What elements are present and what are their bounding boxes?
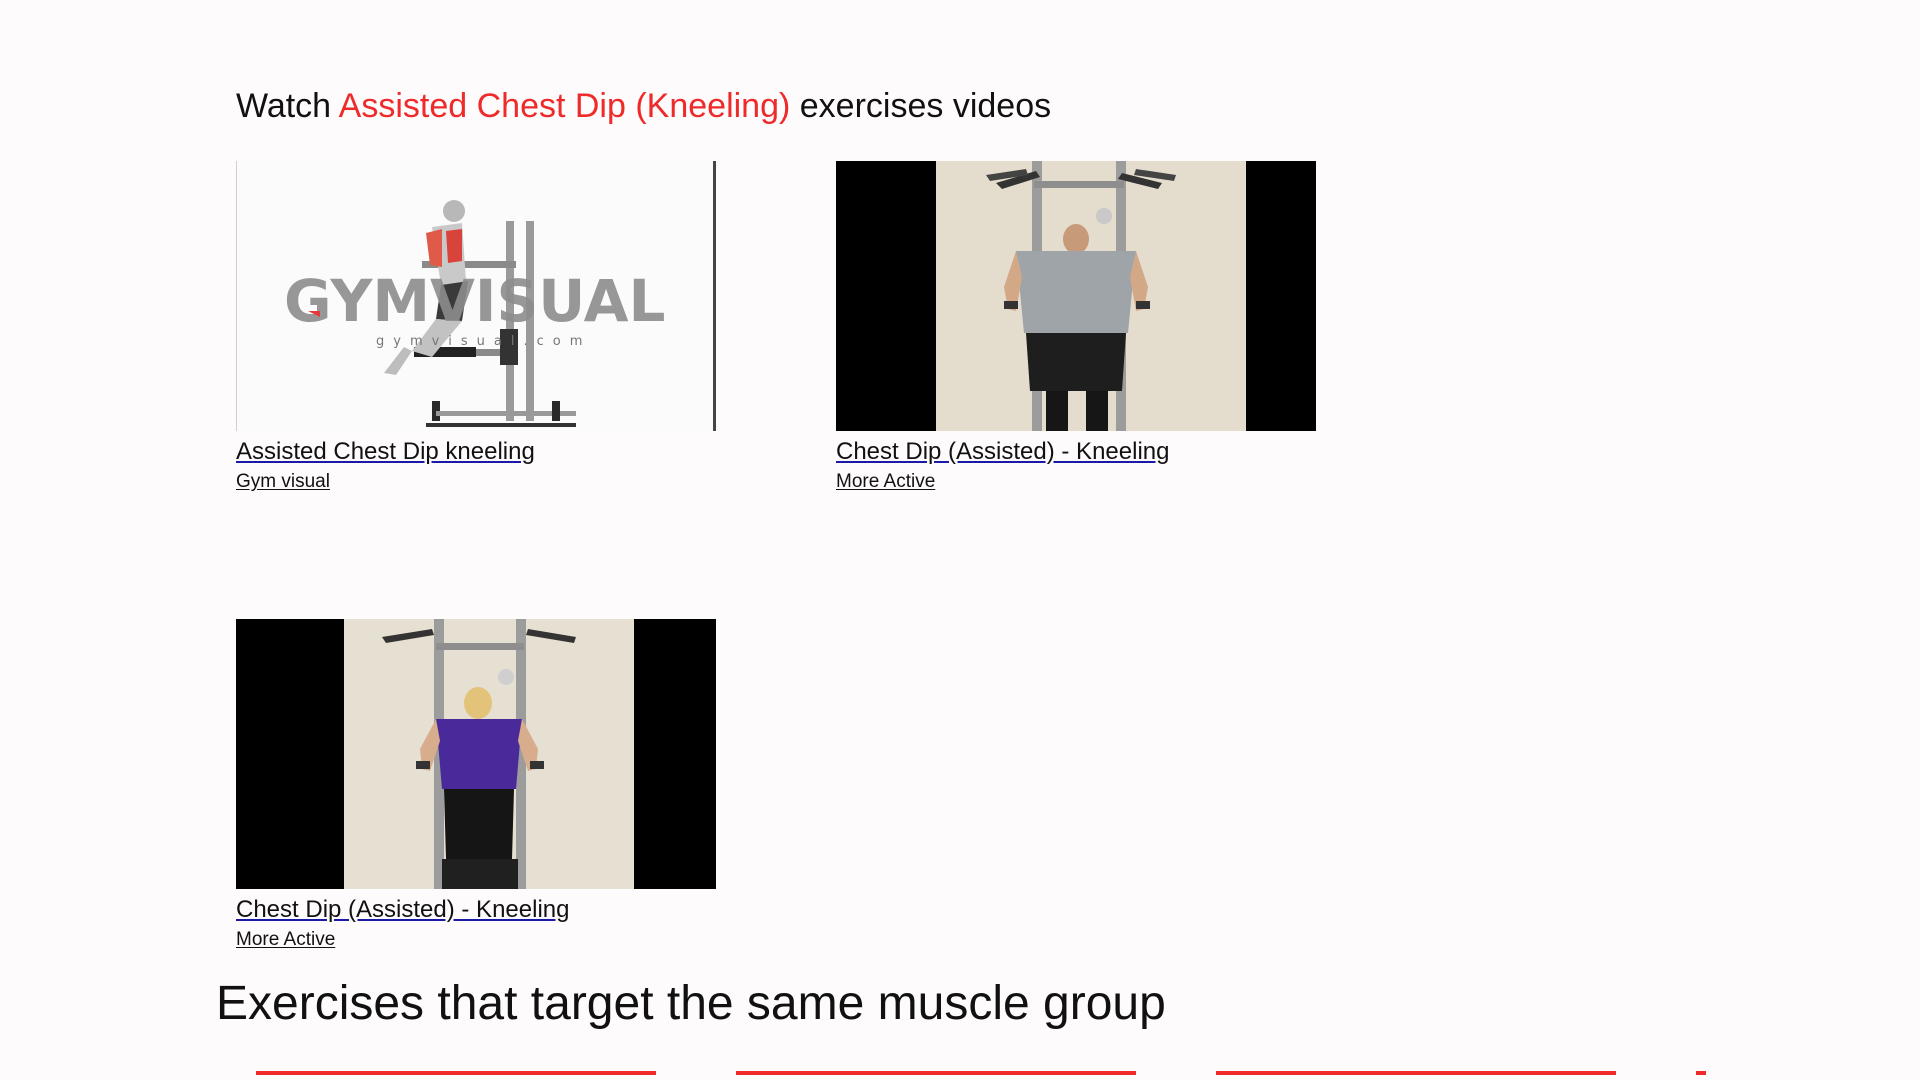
heading-suffix: exercises videos <box>790 87 1052 125</box>
same-muscle-heading: Exercises that target the same muscle gr… <box>216 977 1166 1030</box>
video-thumbnail[interactable] <box>236 619 716 889</box>
video-thumbnail[interactable]: GYMVISUAL gymvisual.com <box>236 161 716 431</box>
heading-exercise-name: Assisted Chest Dip (Kneeling) <box>338 87 791 125</box>
videos-section-heading: Watch Assisted Chest Dip (Kneeling) exer… <box>236 84 1051 128</box>
card-accent-divider <box>1696 1071 1706 1075</box>
video-title-link[interactable]: Assisted Chest Dip kneeling <box>236 437 535 467</box>
video-title-link[interactable]: Chest Dip (Assisted) - Kneeling <box>236 895 569 925</box>
page: Watch Assisted Chest Dip (Kneeling) exer… <box>0 0 1920 1080</box>
watermark-text: GYMVISUAL <box>284 267 665 335</box>
watermark-subtext: gymvisual.com <box>376 334 591 349</box>
video-card: GYMVISUAL gymvisual.com Assisted Chest D… <box>236 161 716 495</box>
video-card: Chest Dip (Assisted) - Kneeling More Act… <box>236 619 716 953</box>
video-title-link[interactable]: Chest Dip (Assisted) - Kneeling <box>836 437 1169 467</box>
video-card: Chest Dip (Assisted) - Kneeling More Act… <box>836 161 1316 495</box>
card-accent-divider <box>1216 1071 1616 1075</box>
video-thumbnail-image: GYMVISUAL gymvisual.com <box>236 161 716 431</box>
video-thumbnail-image <box>836 161 1316 431</box>
video-channel-link[interactable]: More Active <box>236 927 335 953</box>
card-accent-divider <box>736 1071 1136 1075</box>
video-channel-link[interactable]: More Active <box>836 469 935 495</box>
heading-prefix: Watch <box>236 87 339 125</box>
card-accent-divider <box>256 1071 656 1075</box>
video-thumbnail-image <box>236 619 716 889</box>
video-channel-link[interactable]: Gym visual <box>236 469 330 495</box>
video-thumbnail[interactable] <box>836 161 1316 431</box>
